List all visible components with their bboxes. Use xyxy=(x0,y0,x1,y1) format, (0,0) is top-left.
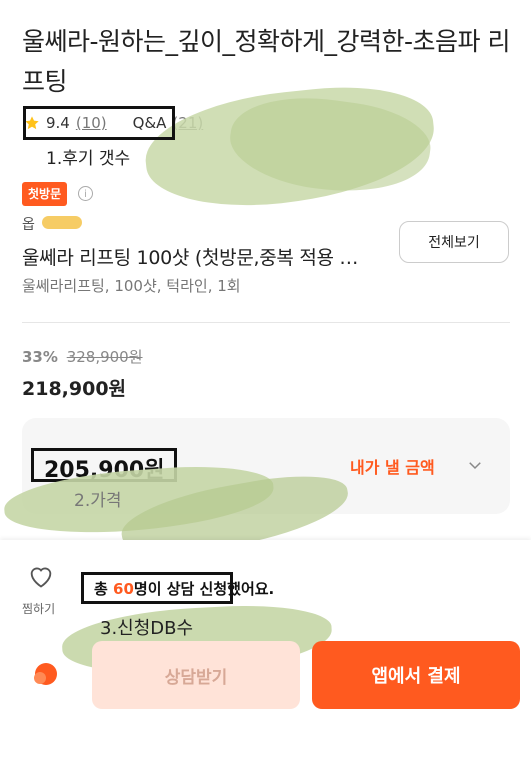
view-all-button[interactable]: 전체보기 xyxy=(399,221,509,263)
option-detail: 울쎄라리프팅, 100샷, 턱라인, 1회 xyxy=(22,277,241,295)
discount-percent: 33% xyxy=(22,348,58,366)
original-price: 328,900원 xyxy=(66,348,143,366)
chat-icon[interactable] xyxy=(30,659,60,689)
application-count-text: 총 60명이 상담 신청했어요. xyxy=(94,578,274,599)
option-label: 옵 xyxy=(22,217,35,233)
annotation-label-price: 2.가격 xyxy=(74,491,122,511)
wish-label: 찜하기 xyxy=(22,602,56,616)
annotation-label-review: 1.후기 갯수 xyxy=(46,149,131,169)
chevron-down-icon[interactable] xyxy=(466,456,484,474)
blurred-highlight xyxy=(42,216,82,229)
application-prefix: 총 xyxy=(94,580,114,598)
heart-icon[interactable] xyxy=(27,563,55,589)
divider xyxy=(22,322,510,323)
annotation-label-applications: 3.신청DB수 xyxy=(100,618,194,639)
consult-button[interactable]: 상담받기 xyxy=(92,641,300,709)
annotation-box-review xyxy=(23,106,175,140)
discount-row: 33% 328,900원 xyxy=(22,346,143,367)
pay-in-app-button[interactable]: 앱에서 결제 xyxy=(312,641,520,709)
info-icon[interactable]: i xyxy=(78,186,93,201)
final-price-label[interactable]: 내가 낼 금액 xyxy=(350,454,435,478)
option-name: 울쎄라 리프팅 100샷 (첫방문,중복 적용 … xyxy=(22,247,359,269)
application-suffix: 명이 상담 신청했어요. xyxy=(133,580,275,598)
sale-price: 218,900원 xyxy=(22,378,127,400)
product-title: 울쎄라-원하는_깊이_정확하게_강력한-초음파 리프팅 xyxy=(22,27,511,96)
application-count: 60 xyxy=(113,580,134,598)
first-visit-badge: 첫방문 xyxy=(22,182,68,206)
